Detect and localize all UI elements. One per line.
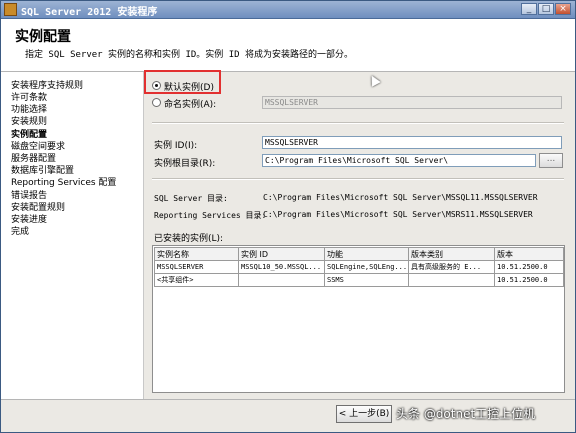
column-header[interactable]: 版本类别 [408, 247, 495, 261]
installed-instances-label: 已安装的实例(L): [154, 234, 224, 244]
maximize-button[interactable]: □ [538, 3, 554, 15]
table-cell: SQLEngine,SQLEng... [324, 260, 409, 274]
table-cell: SSMS [324, 273, 409, 287]
table-cell: 10.51.2500.0 [494, 273, 564, 287]
sql-server-dir-value: C:\Program Files\Microsoft SQL Server\MS… [263, 193, 538, 202]
column-header[interactable]: 实例名称 [154, 247, 239, 261]
browse-button[interactable]: ... [539, 153, 563, 168]
minimize-button[interactable]: _ [521, 3, 537, 15]
sidebar-item-complete[interactable]: 完成 [11, 224, 29, 237]
watermark: 头条 @dotnet工控上位机 [396, 407, 536, 421]
instance-id-label: 实例 ID(I): [154, 141, 198, 151]
instance-id-input[interactable]: MSSQLSERVER [262, 136, 562, 149]
table-cell: <共享组件> [154, 273, 239, 287]
table-cell: 具有高级服务的 E... [408, 260, 495, 274]
default-instance-highlight [144, 70, 221, 94]
instance-root-input[interactable]: C:\Program Files\Microsoft SQL Server\ [262, 154, 536, 167]
title-bar[interactable]: SQL Server 2012 安装程序 _ □ × [1, 1, 575, 19]
sql-server-dir-label: SQL Server 目录: [154, 194, 228, 203]
sidebar-item-install-rules[interactable]: 安装规则 [11, 114, 47, 127]
named-instance-radio[interactable] [152, 98, 161, 107]
table-row[interactable]: MSSQLSERVER MSSQL10_50.MSSQL... SQLEngin… [154, 260, 564, 274]
instance-root-label: 实例根目录(R): [154, 159, 216, 169]
table-cell: MSSQLSERVER [154, 260, 239, 274]
divider [152, 122, 564, 124]
back-button[interactable]: < 上一步(B) [336, 405, 392, 423]
column-header[interactable]: 功能 [324, 247, 409, 261]
table-row[interactable]: <共享组件> SSMS 10.51.2500.0 [154, 273, 564, 287]
table-cell [238, 273, 325, 287]
table-cell [408, 273, 495, 287]
installed-instances-table: 实例名称 实例 ID 功能 版本类别 版本 MSSQLSERVER MSSQL1… [154, 247, 564, 287]
page-title: 实例配置 [15, 29, 71, 45]
step-sidebar: 安装程序支持规则 许可条款 功能选择 安装规则 实例配置 磁盘空间要求 服务器配… [1, 72, 144, 399]
named-instance-input[interactable]: MSSQLSERVER [262, 96, 562, 109]
window-title: SQL Server 2012 安装程序 [21, 7, 158, 18]
table-cell: MSSQL10_50.MSSQL... [238, 260, 325, 274]
reporting-services-dir-label: Reporting Services 目录: [154, 211, 267, 220]
sql-server-app-icon [4, 3, 17, 16]
close-button[interactable]: × [555, 3, 571, 15]
column-header[interactable]: 实例 ID [238, 247, 325, 261]
table-header-row: 实例名称 实例 ID 功能 版本类别 版本 [154, 247, 564, 261]
reporting-services-dir-value: C:\Program Files\Microsoft SQL Server\MS… [263, 210, 533, 219]
page-header: 实例配置 指定 SQL Server 实例的名称和实例 ID。实例 ID 将成为… [1, 19, 575, 72]
footer-divider [1, 399, 575, 400]
page-description: 指定 SQL Server 实例的名称和实例 ID。实例 ID 将成为安装路径的… [25, 50, 353, 60]
sidebar-item-reporting-services[interactable]: Reporting Services 配置 [11, 175, 116, 188]
divider [152, 178, 564, 180]
named-instance-label[interactable]: 命名实例(A): [164, 97, 216, 110]
installer-window: SQL Server 2012 安装程序 _ □ × 实例配置 指定 SQL S… [0, 0, 576, 433]
column-header[interactable]: 版本 [494, 247, 564, 261]
table-cell: 10.51.2500.0 [494, 260, 564, 274]
